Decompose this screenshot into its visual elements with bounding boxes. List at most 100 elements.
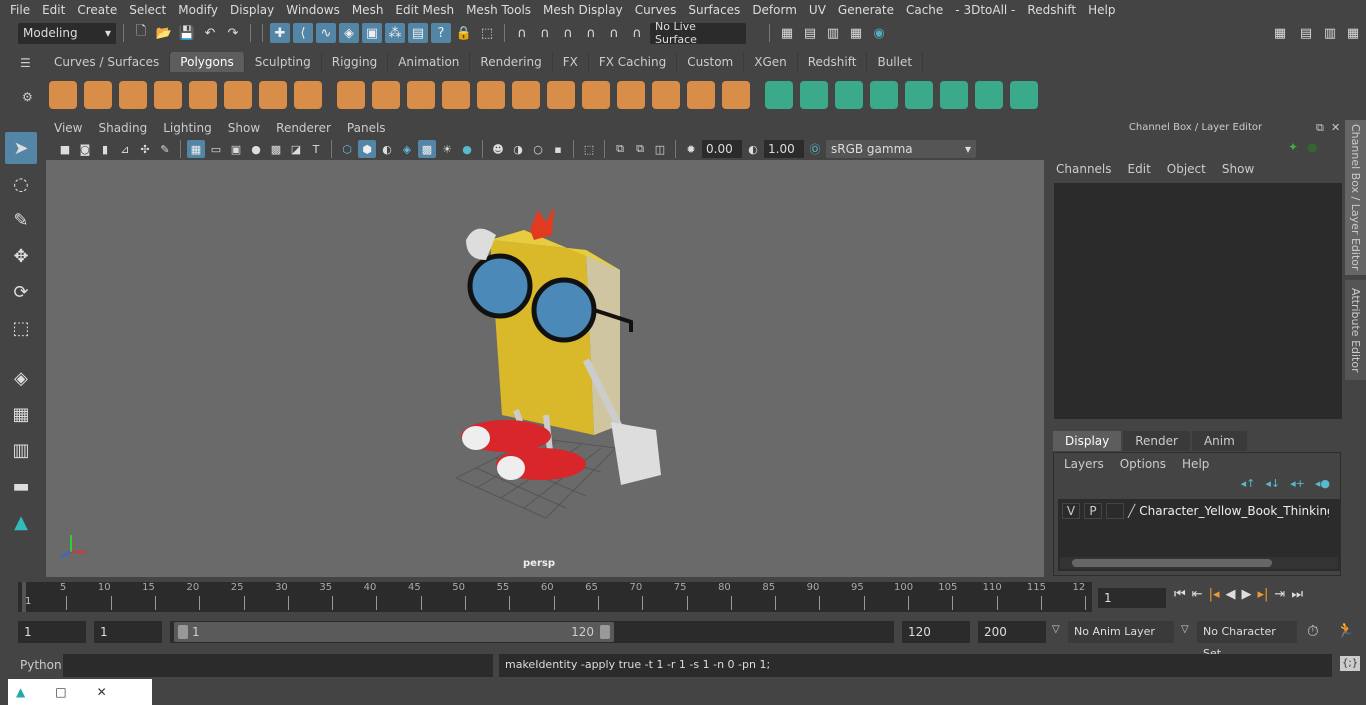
single-view-icon[interactable]: ◈ [5,362,37,394]
textured-icon[interactable]: ▩ [418,140,436,158]
wireframe-icon[interactable]: ⬡ [338,140,356,158]
tab-attribute-editor[interactable]: Attribute Editor [1345,280,1366,380]
menu--3dtoall-[interactable]: - 3DtoAll - [949,3,1021,17]
shelf-tool-icon[interactable] [407,81,435,109]
tab-fx-caching[interactable]: FX Caching [589,52,678,72]
menu-curves[interactable]: Curves [629,3,683,17]
menu-edit-mesh[interactable]: Edit Mesh [389,3,460,17]
shelf-tool-icon[interactable] [870,81,898,109]
step-forward-key-icon[interactable]: ⇥ [1274,587,1285,602]
new-scene-icon[interactable]: 🗋 [131,23,151,43]
snap-curve-icon[interactable]: ∩ [535,23,555,43]
gear-icon[interactable]: ⚙ [22,90,33,104]
layer-menu-layers[interactable]: Layers [1064,457,1104,471]
gamma-field[interactable]: 1.00 [764,140,804,158]
speed-icon[interactable]: ● [1307,140,1317,154]
maya-app-icon[interactable]: ▲ [16,685,25,699]
motion-blur-icon[interactable]: ◑ [509,140,527,158]
channel-menu-object[interactable]: Object [1167,162,1206,176]
shelf-tool-icon[interactable] [765,81,793,109]
select-misc-icon[interactable]: ? [431,23,451,43]
scene-start-field[interactable]: 1 [18,621,86,643]
layout-icon[interactable]: ▤ [1296,23,1316,43]
shelf-tool-icon[interactable] [224,81,252,109]
channel-list[interactable] [1054,183,1342,419]
menu-mesh-display[interactable]: Mesh Display [537,3,629,17]
paint-select-icon[interactable]: ✎ [5,204,37,236]
shelf-tool-icon[interactable] [119,81,147,109]
hypershade-icon[interactable]: ◉ [869,23,889,43]
layer-tab-display[interactable]: Display [1053,431,1122,451]
ipr-icon[interactable]: ▥ [823,23,843,43]
chevron-down-icon[interactable]: ▽ [1052,624,1060,635]
field-chart-icon[interactable]: ▩ [267,140,285,158]
select-object-icon[interactable]: ⟨ [293,23,313,43]
bookmark-icon[interactable]: ▮ [96,140,114,158]
command-input[interactable] [63,654,493,677]
select-tool-icon[interactable]: ➤ [5,132,37,164]
menu-deform[interactable]: Deform [746,3,803,17]
shelf-tool-icon[interactable] [154,81,182,109]
select-hierarchy-icon[interactable]: ✚ [270,23,290,43]
shelf-tool-icon[interactable] [835,81,863,109]
viewport-menu-lighting[interactable]: Lighting [155,121,220,139]
new-layer-icon[interactable]: ◂+ [1290,477,1305,490]
tab-animation[interactable]: Animation [388,52,471,72]
play-backward-icon[interactable]: ◀ [1226,587,1236,602]
current-frame-field[interactable]: 1 [1098,588,1166,608]
tab-rigging[interactable]: Rigging [322,52,389,72]
snap-surface-icon[interactable]: ∩ [604,23,624,43]
layer-tab-render[interactable]: Render [1123,431,1190,451]
outliner-icon[interactable]: ▬ [5,470,37,502]
shelf-tool-icon[interactable] [722,81,750,109]
safe-title-icon[interactable]: T [307,140,325,158]
shelf-tool-icon[interactable] [442,81,470,109]
display-type-toggle[interactable] [1106,503,1124,519]
chevron-down-icon[interactable]: ▽ [1181,624,1189,635]
render-icon[interactable]: ▦ [777,23,797,43]
make-live-icon[interactable]: ∩ [627,23,647,43]
layer-name[interactable]: Character_Yellow_Book_Thinking_Pos [1139,504,1329,518]
shelf-tool-icon[interactable] [189,81,217,109]
redo-icon[interactable]: ↷ [223,23,243,43]
close-icon[interactable]: ✕ [97,685,107,699]
shelf-tool-icon[interactable] [259,81,287,109]
isolate-select-icon[interactable]: ⬚ [580,140,598,158]
range-slider-handle[interactable]: 1 120 [174,622,614,642]
scene-end-field[interactable]: 200 [978,621,1046,643]
aa-icon[interactable]: ○ [529,140,547,158]
channel-menu-edit[interactable]: Edit [1128,162,1151,176]
tab-redshift[interactable]: Redshift [798,52,868,72]
viewport-menu-panels[interactable]: Panels [339,121,394,139]
move-layer-up-icon[interactable]: ◂↑ [1241,477,1256,490]
safe-action-icon[interactable]: ◪ [287,140,305,158]
workspace-dropdown[interactable]: Modeling ▾ [18,22,116,44]
go-to-start-icon[interactable]: ⏮ [1174,587,1186,602]
shelf-tool-icon[interactable] [800,81,828,109]
menu-create[interactable]: Create [71,3,123,17]
tab-channel-box[interactable]: Channel Box / Layer Editor [1345,120,1366,275]
shelf-tool-icon[interactable] [294,81,322,109]
menu-modify[interactable]: Modify [172,3,224,17]
smooth-shade-icon[interactable]: ⬢ [358,140,376,158]
menu-generate[interactable]: Generate [832,3,900,17]
menu-redshift[interactable]: Redshift [1021,3,1082,17]
workspace-icon[interactable]: ▦ [1270,23,1290,43]
shelf-tool-icon[interactable] [512,81,540,109]
xray-icon[interactable]: ⧉ [611,140,629,158]
tab-curves-surfaces[interactable]: Curves / Surfaces [44,52,171,72]
lock-icon[interactable]: 🔒 [454,23,474,43]
wireframe-on-shaded-icon[interactable]: ◈ [398,140,416,158]
layer-menu-help[interactable]: Help [1182,457,1209,471]
menu-select[interactable]: Select [123,3,172,17]
playback-start-field[interactable]: 1 [94,621,162,643]
shelf-tool-icon[interactable] [652,81,680,109]
rotate-tool-icon[interactable]: ⟳ [5,276,37,308]
command-language[interactable]: Python [20,658,62,672]
horizontal-scrollbar[interactable] [1060,557,1338,569]
menu-windows[interactable]: Windows [280,3,346,17]
image-plane-icon[interactable]: ⊿ [116,140,134,158]
shelf-tool-icon[interactable] [687,81,715,109]
undo-icon[interactable]: ↶ [200,23,220,43]
layer-tab-anim[interactable]: Anim [1191,431,1247,451]
